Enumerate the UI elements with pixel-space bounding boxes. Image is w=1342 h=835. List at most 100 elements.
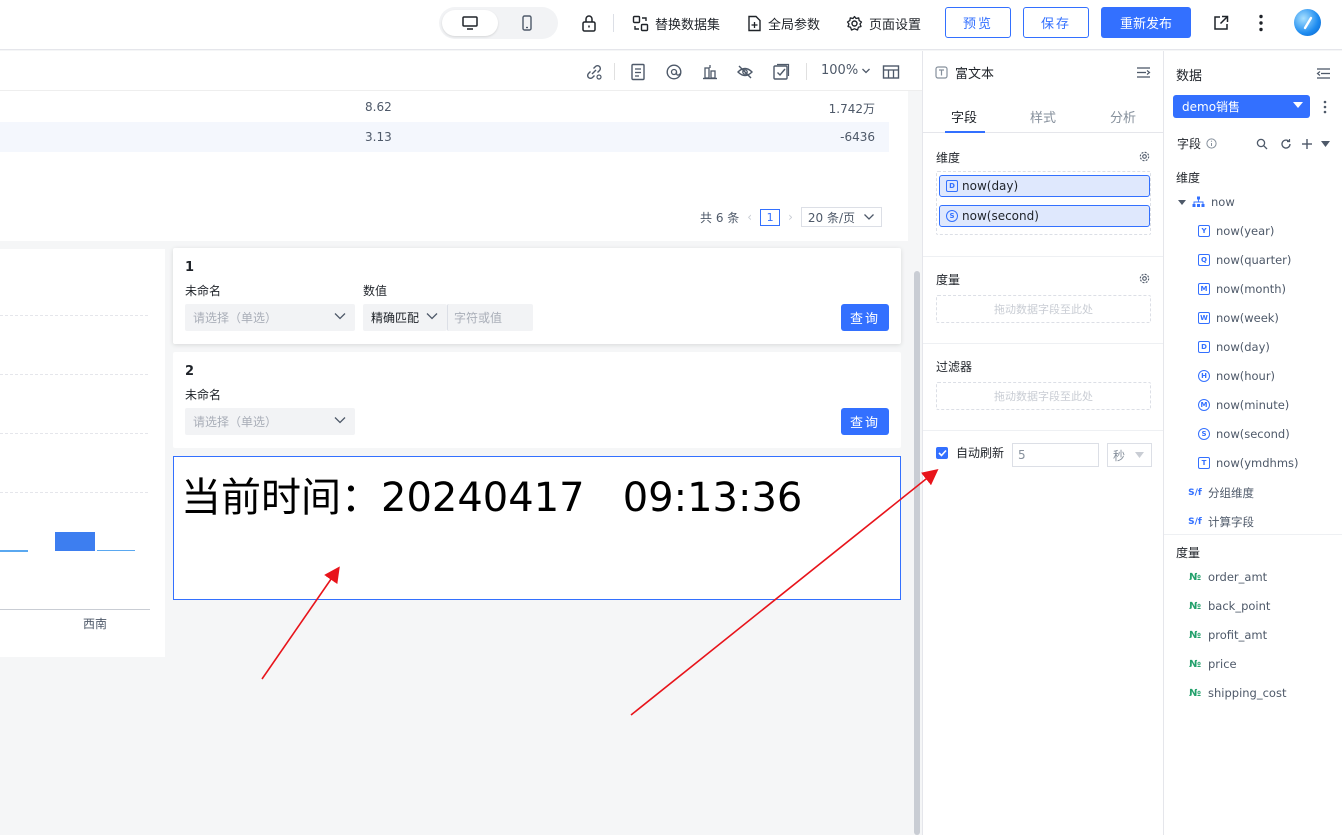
eye-off-icon xyxy=(737,65,753,79)
search-icon[interactable] xyxy=(1256,138,1268,150)
page-size-select[interactable]: 20 条/页 xyxy=(800,207,883,227)
tab-analysis[interactable]: 分析 xyxy=(1110,107,1136,126)
measure-field[interactable]: № profit_amt xyxy=(1188,628,1267,642)
refresh-interval-input[interactable]: 5 xyxy=(1012,443,1099,467)
page-number[interactable]: 1 xyxy=(760,208,781,226)
more-menu-button[interactable] xyxy=(1250,12,1272,34)
auto-refresh-toggle[interactable]: 自动刷新 xyxy=(936,444,1004,461)
second-field-icon: S xyxy=(1198,428,1210,440)
dimension-field[interactable]: Wnow(week) xyxy=(1198,311,1279,325)
dimension-field[interactable]: Tnow(ymdhms) xyxy=(1198,456,1299,470)
lock-button[interactable] xyxy=(578,12,600,34)
dimension-field[interactable]: Mnow(minute) xyxy=(1198,398,1289,412)
filter-section-title: 过滤器 xyxy=(936,360,973,374)
rich-text-widget[interactable]: 当前时间：20240417 09:13:36 xyxy=(173,456,901,600)
dimension-field[interactable]: Hnow(hour) xyxy=(1198,369,1275,383)
prev-page-icon[interactable]: ‹ xyxy=(747,210,752,224)
value-input[interactable]: 字符或值 xyxy=(447,304,533,331)
republish-button[interactable]: 重新发布 xyxy=(1101,7,1191,38)
config-title: 富文本 xyxy=(955,67,995,82)
measure-field[interactable]: № shipping_cost xyxy=(1188,686,1286,700)
field-name: now(quarter) xyxy=(1216,253,1292,267)
chart-gridline xyxy=(0,433,148,434)
mobile-view-toggle[interactable] xyxy=(499,10,555,36)
field-name: now(hour) xyxy=(1216,369,1276,383)
select-placeholder: 请选择（单选） xyxy=(193,311,278,325)
component-toolbar: 100% xyxy=(0,51,922,91)
dimension-field[interactable]: Ynow(year) xyxy=(1198,224,1274,238)
number-field-icon: № xyxy=(1188,629,1202,641)
field-name: order_amt xyxy=(1208,570,1268,584)
filter-label: 未命名 xyxy=(185,284,222,298)
desktop-view-toggle[interactable] xyxy=(442,10,498,36)
measure-field[interactable]: № order_amt xyxy=(1188,570,1267,584)
measure-field[interactable]: № price xyxy=(1188,657,1237,671)
global-params-button[interactable]: 全局参数 xyxy=(747,13,820,33)
refresh-icon[interactable] xyxy=(1280,138,1292,150)
caret-down-icon[interactable] xyxy=(1321,140,1331,147)
filter-select[interactable]: 请选择（单选） xyxy=(185,304,355,331)
month-field-icon: M xyxy=(1198,283,1210,295)
refresh-unit-select[interactable]: 秒 xyxy=(1107,443,1152,467)
field-name: shipping_cost xyxy=(1208,686,1287,700)
plus-icon[interactable] xyxy=(1301,138,1313,150)
align-tool-button[interactable] xyxy=(700,62,720,82)
refresh-unit-label: 秒 xyxy=(1113,448,1126,463)
toolbar-separator xyxy=(613,14,614,32)
dimension-field[interactable]: Qnow(quarter) xyxy=(1198,253,1291,267)
dimension-tree-root[interactable]: now xyxy=(1178,195,1235,209)
open-external-button[interactable] xyxy=(1210,12,1232,34)
field-name: now(second) xyxy=(1216,427,1290,441)
save-button[interactable]: 保存 xyxy=(1023,7,1089,38)
dimension-field[interactable]: Mnow(month) xyxy=(1198,282,1286,296)
dimension-field-label: now(second) xyxy=(962,209,1039,223)
dimension-field[interactable]: Dnow(day) xyxy=(1198,340,1270,354)
next-page-icon[interactable]: › xyxy=(788,210,793,224)
filter-drop-zone[interactable]: 拖动数据字段至此处 xyxy=(936,382,1151,410)
checkbox-checked-icon[interactable] xyxy=(936,446,948,459)
replace-dataset-button[interactable]: 替换数据集 xyxy=(632,13,720,33)
match-mode-select[interactable]: 精确匹配 xyxy=(363,304,447,331)
time-field-icon: S xyxy=(946,210,958,222)
hide-tool-button[interactable] xyxy=(735,62,755,82)
collapse-panel-icon[interactable] xyxy=(1316,67,1331,80)
dimension-section-title: 维度 xyxy=(936,151,961,165)
doc-tool-button[interactable] xyxy=(628,62,648,82)
data-panel: 数据 demo销售 字段 维度 now Ynow(year) Qnow(quar… xyxy=(1163,51,1342,835)
tab-fields[interactable]: 字段 xyxy=(951,107,977,126)
page-size-label: 20 条/页 xyxy=(807,210,856,225)
query-button[interactable]: 查询 xyxy=(841,304,889,331)
toolbar-separator xyxy=(806,63,807,80)
group-dimension-item[interactable]: S/f 分组维度 xyxy=(1188,485,1254,501)
collapse-panel-icon[interactable] xyxy=(1136,66,1151,79)
filter-select[interactable]: 请选择（单选） xyxy=(185,408,355,435)
dimension-field-pill[interactable]: S now(second) xyxy=(939,205,1150,227)
link-settings-icon xyxy=(586,64,602,80)
mention-tool-button[interactable] xyxy=(664,62,684,82)
dimension-field-pill[interactable]: D now(day) xyxy=(939,175,1150,197)
query-button[interactable]: 查询 xyxy=(841,408,889,435)
select-tool-button[interactable] xyxy=(771,62,791,82)
page-settings-label: 页面设置 xyxy=(869,17,922,33)
user-avatar[interactable] xyxy=(1294,9,1321,36)
minute-field-icon: M xyxy=(1198,399,1210,411)
calc-field-icon: S/f xyxy=(1188,517,1202,527)
zoom-select[interactable]: 100% xyxy=(821,63,871,78)
canvas-scrollbar[interactable] xyxy=(914,271,920,835)
measure-drop-zone[interactable]: 拖动数据字段至此处 xyxy=(936,295,1151,323)
table-widget: 8.62 1.742万 3.13 -6436 共 6 条 ‹ 1 › 20 条/… xyxy=(0,91,908,241)
document-icon xyxy=(748,15,761,31)
layout-tool-button[interactable] xyxy=(881,62,901,82)
preview-button[interactable]: 预览 xyxy=(945,7,1011,38)
calc-field-item[interactable]: S/f 计算字段 xyxy=(1188,514,1254,530)
tab-style[interactable]: 样式 xyxy=(1030,107,1056,126)
dataset-select[interactable]: demo销售 xyxy=(1173,95,1310,118)
gear-icon[interactable] xyxy=(1139,151,1150,162)
page-settings-button[interactable]: 页面设置 xyxy=(846,13,921,33)
dimension-field[interactable]: Snow(second) xyxy=(1198,427,1290,441)
measure-field[interactable]: № back_point xyxy=(1188,599,1270,613)
link-tool-button[interactable] xyxy=(584,62,604,82)
more-vertical-icon[interactable] xyxy=(1323,100,1327,114)
gear-icon[interactable] xyxy=(1139,273,1150,284)
auto-refresh-label: 自动刷新 xyxy=(956,446,1005,460)
